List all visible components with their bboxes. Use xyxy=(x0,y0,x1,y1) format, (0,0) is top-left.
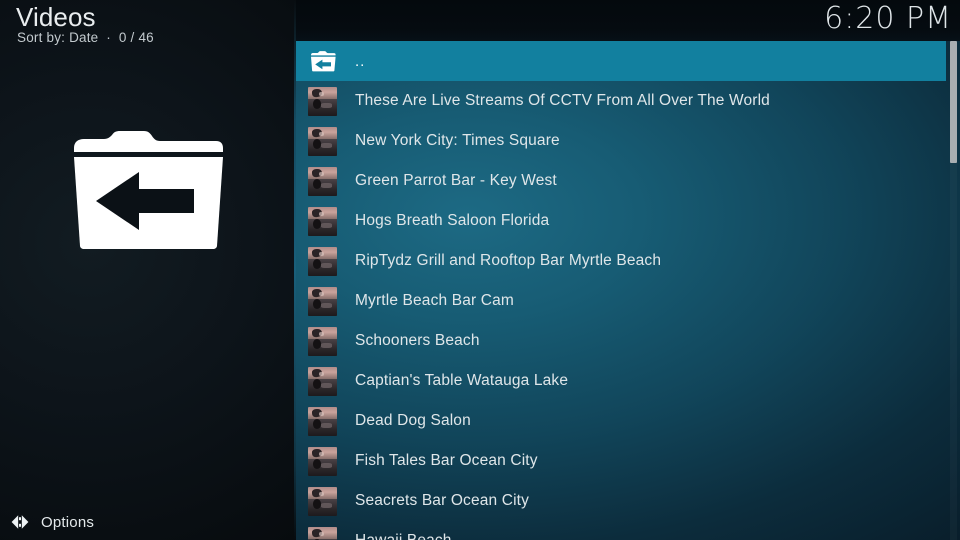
video-thumbnail xyxy=(308,166,337,196)
list-item-label: Fish Tales Bar Ocean City xyxy=(355,452,538,469)
video-thumbnail xyxy=(308,446,337,476)
list-item-label: Myrtle Beach Bar Cam xyxy=(355,292,514,309)
video-thumbnail xyxy=(308,406,337,436)
list-item-label: RipTydz Grill and Rooftop Bar Myrtle Bea… xyxy=(355,252,662,269)
list-item[interactable]: Captian's Table Watauga Lake xyxy=(296,361,946,401)
list-item-label: Dead Dog Salon xyxy=(355,412,471,429)
list-item-label: Schooners Beach xyxy=(355,332,480,349)
list-item[interactable]: These Are Live Streams Of CCTV From All … xyxy=(296,81,946,121)
list-item-label: These Are Live Streams Of CCTV From All … xyxy=(355,92,770,109)
list-item-label: .. xyxy=(355,52,366,70)
list-item[interactable]: Hogs Breath Saloon Florida xyxy=(296,201,946,241)
list-item-label: Captian's Table Watauga Lake xyxy=(355,372,569,389)
list-item-label: Hawaii Beach xyxy=(355,532,452,540)
list-item-label: Green Parrot Bar - Key West xyxy=(355,172,557,189)
options-label: Options xyxy=(41,513,95,531)
left-info-panel: Videos Sort by: Date · 0 / 46 Options xyxy=(0,0,296,540)
top-bar: 6:20 PM xyxy=(296,0,960,41)
list-item-label: New York City: Times Square xyxy=(355,132,560,149)
list-item-label: Hogs Breath Saloon Florida xyxy=(355,212,550,229)
list-item[interactable]: Hawaii Beach xyxy=(296,521,946,540)
list-item[interactable]: Schooners Beach xyxy=(296,321,946,361)
clock: 6:20 PM xyxy=(824,1,952,36)
list-item[interactable]: Dead Dog Salon xyxy=(296,401,946,441)
list-item[interactable]: RipTydz Grill and Rooftop Bar Myrtle Bea… xyxy=(296,241,946,281)
sort-and-count-label: Sort by: Date · 0 / 46 xyxy=(17,30,154,45)
page-title: Videos xyxy=(16,2,96,32)
list-item[interactable]: Green Parrot Bar - Key West xyxy=(296,161,946,201)
list-item[interactable]: New York City: Times Square xyxy=(296,121,946,161)
folder-back-icon xyxy=(308,47,337,76)
parent-folder-back-icon xyxy=(70,128,226,250)
video-thumbnail xyxy=(308,366,337,396)
video-thumbnail xyxy=(308,246,337,276)
kodi-file-browser-screen: Videos Sort by: Date · 0 / 46 Options 6:… xyxy=(0,0,960,540)
video-thumbnail xyxy=(308,486,337,516)
video-thumbnail xyxy=(308,126,337,156)
left-right-chevron-icon xyxy=(10,512,30,532)
file-list-panel: 6:20 PM .. These Are Live Streams Of CCTV… xyxy=(296,0,960,540)
video-thumbnail xyxy=(308,526,337,540)
list-item-label: Seacrets Bar Ocean City xyxy=(355,492,530,509)
list-item[interactable]: Myrtle Beach Bar Cam xyxy=(296,281,946,321)
video-thumbnail xyxy=(308,326,337,356)
list-item[interactable]: .. xyxy=(296,41,946,81)
options-button[interactable]: Options xyxy=(10,512,94,532)
list-item[interactable]: Fish Tales Bar Ocean City xyxy=(296,441,946,481)
list-item[interactable]: Seacrets Bar Ocean City xyxy=(296,481,946,521)
scrollbar-thumb[interactable] xyxy=(950,41,957,163)
video-thumbnail xyxy=(308,206,337,236)
video-thumbnail xyxy=(308,86,337,116)
video-thumbnail xyxy=(308,286,337,316)
file-list[interactable]: .. These Are Live Streams Of CCTV From Al… xyxy=(296,41,960,540)
